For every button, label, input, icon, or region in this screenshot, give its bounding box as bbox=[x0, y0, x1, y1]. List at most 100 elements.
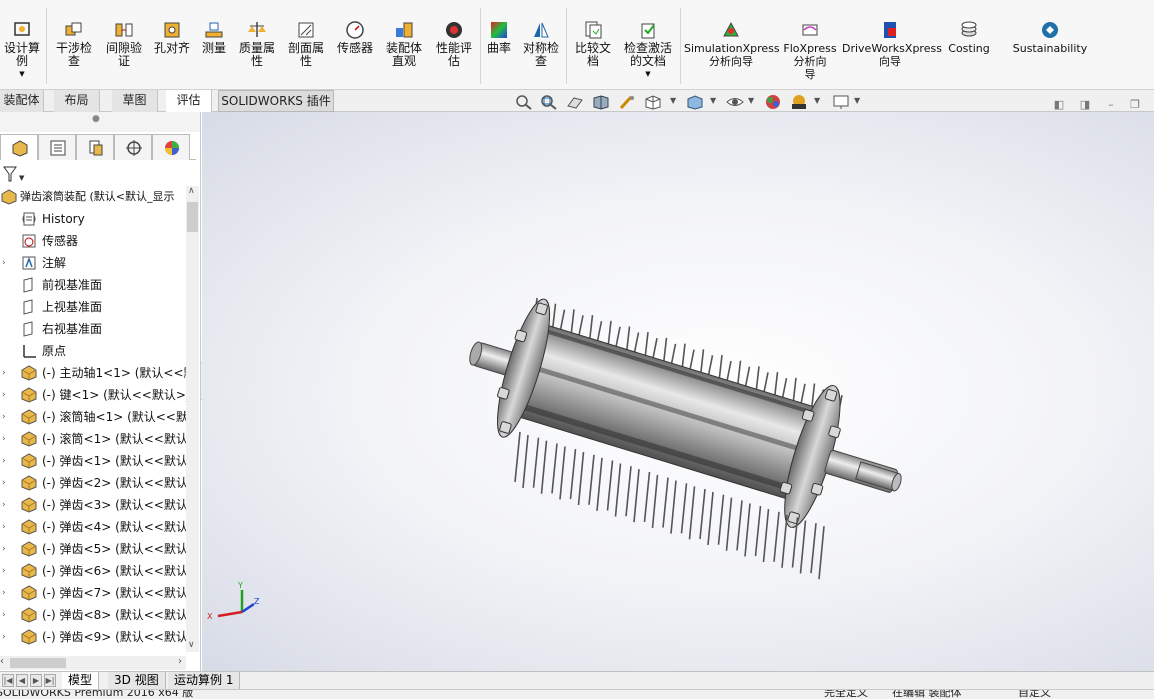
tree-horizontal-scrollbar[interactable]: ‹ › bbox=[0, 656, 186, 670]
scroll-left-icon[interactable]: ‹ bbox=[0, 656, 4, 667]
tree-item[interactable]: › (-) 滚筒<1> (默认<<默认 bbox=[0, 428, 186, 450]
tree-item[interactable]: › (-) 弹齿<9> (默认<<默认 bbox=[0, 626, 186, 648]
restore-left-icon[interactable]: ◧ bbox=[1052, 98, 1066, 112]
restore-right-icon[interactable]: ◨ bbox=[1078, 98, 1092, 112]
hole-alignment-button[interactable]: 孔对齐 bbox=[150, 0, 194, 88]
apply-scene-button[interactable]: ▼ bbox=[790, 94, 820, 112]
tab-property-manager[interactable] bbox=[38, 134, 76, 160]
filter-button[interactable]: ▼ bbox=[2, 164, 28, 184]
check-active-document-button[interactable]: 检查激活 的文档 ▼ bbox=[618, 0, 678, 88]
tree-item[interactable]: › (-) 弹齿<4> (默认<<默认 bbox=[0, 516, 186, 538]
tree-item[interactable]: 原点 bbox=[0, 340, 186, 362]
tree-item[interactable]: › (-) 键<1> (默认<<默认>_ bbox=[0, 384, 186, 406]
tab-evaluate[interactable]: 评估 bbox=[166, 90, 212, 112]
measure-button[interactable]: 测量 bbox=[196, 0, 232, 88]
tab-feature-manager[interactable] bbox=[0, 134, 38, 160]
graphics-viewport[interactable]: Y X Z bbox=[202, 112, 1154, 671]
tab-dimxpert-manager[interactable] bbox=[114, 134, 152, 160]
tree-item[interactable]: › (-) 弹齿<7> (默认<<默认 bbox=[0, 582, 186, 604]
section-view-button[interactable] bbox=[592, 94, 614, 112]
tree-item[interactable]: › (-) 弹齿<5> (默认<<默认 bbox=[0, 538, 186, 560]
compare-documents-button[interactable]: 比较文 档 bbox=[570, 0, 616, 88]
sensor-button[interactable]: 传感器 bbox=[332, 0, 378, 88]
edit-appearance-button[interactable] bbox=[764, 94, 786, 112]
tab-layout[interactable]: 布局 bbox=[54, 90, 100, 112]
tree-item[interactable]: › (-) 弹齿<3> (默认<<默认 bbox=[0, 494, 186, 516]
tree-item[interactable]: 上视基准面 bbox=[0, 296, 186, 318]
zoom-to-area-button[interactable] bbox=[540, 94, 562, 112]
mass-properties-button[interactable]: 质量属 性 bbox=[234, 0, 280, 88]
dynamic-annotation-button[interactable] bbox=[618, 94, 640, 112]
view-orientation-button[interactable]: ▼ bbox=[644, 94, 676, 112]
zoom-to-fit-button[interactable] bbox=[515, 94, 537, 112]
tab-sketch[interactable]: 草图 bbox=[112, 90, 158, 112]
first-tab-icon[interactable]: |◀ bbox=[2, 674, 14, 687]
expand-arrow-icon[interactable]: › bbox=[2, 582, 10, 604]
expand-arrow-icon[interactable]: › bbox=[2, 450, 10, 472]
previous-view-button[interactable] bbox=[566, 94, 588, 112]
costing-button[interactable]: Costing bbox=[942, 0, 996, 88]
tab-assembly[interactable]: 装配体 bbox=[0, 90, 44, 112]
symmetry-check-button[interactable]: 对称检 查 bbox=[518, 0, 564, 88]
curvature-button[interactable]: 曲率 bbox=[482, 0, 516, 88]
tree-item[interactable]: › (-) 主动轴1<1> (默认<<默 bbox=[0, 362, 186, 384]
expand-arrow-icon[interactable]: › bbox=[2, 428, 10, 450]
tree-item[interactable]: 传感器 bbox=[0, 230, 186, 252]
simulationxpress-button[interactable]: SimulationXpress 分析向导 bbox=[684, 0, 780, 88]
expand-arrow-icon[interactable]: › bbox=[2, 494, 10, 516]
tree-item[interactable]: 右视基准面 bbox=[0, 318, 186, 340]
section-properties-button[interactable]: 剖面属 性 bbox=[282, 0, 330, 88]
expand-arrow-icon[interactable]: › bbox=[2, 252, 10, 274]
expand-arrow-icon[interactable]: › bbox=[2, 362, 10, 384]
expand-arrow-icon[interactable]: › bbox=[2, 406, 10, 428]
hide-show-items-button[interactable]: ▼ bbox=[726, 94, 754, 112]
prev-tab-icon[interactable]: ◀ bbox=[16, 674, 28, 687]
status-custom[interactable]: 自定义 bbox=[1018, 690, 1051, 699]
scroll-right-icon[interactable]: › bbox=[178, 656, 182, 667]
tree-item[interactable]: › (-) 弹齿<1> (默认<<默认 bbox=[0, 450, 186, 472]
performance-evaluation-button[interactable]: 性能评 估 bbox=[430, 0, 478, 88]
tab-solidworks-addins[interactable]: SOLIDWORKS 插件 bbox=[218, 90, 334, 112]
tree-item[interactable]: › 注解 bbox=[0, 252, 186, 274]
expand-arrow-icon[interactable]: › bbox=[2, 560, 10, 582]
view-settings-button[interactable]: ▼ bbox=[832, 94, 860, 112]
expand-arrow-icon[interactable]: › bbox=[2, 626, 10, 648]
expand-arrow-icon[interactable]: › bbox=[2, 538, 10, 560]
tree-item[interactable]: › (-) 弹齿<8> (默认<<默认 bbox=[0, 604, 186, 626]
tab-3d-view[interactable]: 3D 视图 bbox=[108, 672, 166, 690]
sustainability-button[interactable]: Sustainability bbox=[1008, 0, 1092, 88]
scroll-thumb[interactable] bbox=[10, 658, 66, 668]
clearance-verification-button[interactable]: 间隙验 证 bbox=[100, 0, 148, 88]
tab-display-manager[interactable] bbox=[152, 134, 190, 160]
next-tab-icon[interactable]: ▶ bbox=[30, 674, 42, 687]
dropdown-arrow-icon: ▼ bbox=[670, 96, 677, 105]
panel-grip[interactable]: ● bbox=[0, 112, 200, 132]
expand-arrow-icon[interactable]: › bbox=[2, 604, 10, 626]
tab-configuration-manager[interactable] bbox=[76, 134, 114, 160]
expand-arrow-icon[interactable]: › bbox=[2, 516, 10, 538]
tree-root-assembly[interactable]: 弹齿滚筒装配 (默认<默认_显示 bbox=[0, 186, 186, 208]
tree-item[interactable]: 前视基准面 bbox=[0, 274, 186, 296]
status-bar: SOLIDWORKS Premium 2016 x64 版 完全定义 在编辑 装… bbox=[0, 689, 1154, 699]
tree-item[interactable]: History bbox=[0, 208, 186, 230]
last-tab-icon[interactable]: ▶| bbox=[44, 674, 56, 687]
floxpress-button[interactable]: FloXpress 分析向 导 bbox=[780, 0, 840, 88]
restore-icon[interactable]: ❐ bbox=[1128, 98, 1142, 112]
assembly-visualization-button[interactable]: 装配体 直观 bbox=[380, 0, 428, 88]
tree-vertical-scrollbar[interactable]: ∧ ∨ bbox=[186, 186, 199, 652]
expand-arrow-icon[interactable]: › bbox=[2, 384, 10, 406]
tree-item[interactable]: › (-) 弹齿<6> (默认<<默认 bbox=[0, 560, 186, 582]
interference-check-button[interactable]: 干涉检 查 bbox=[50, 0, 98, 88]
tab-motion-study-1[interactable]: 运动算例 1 bbox=[168, 672, 241, 690]
tree-item[interactable]: › (-) 弹齿<2> (默认<<默认 bbox=[0, 472, 186, 494]
scroll-thumb[interactable] bbox=[187, 202, 198, 232]
driveworksxpress-button[interactable]: DriveWorksXpress 向导 bbox=[842, 0, 942, 88]
scroll-up-icon[interactable]: ∧ bbox=[188, 186, 195, 196]
scroll-down-icon[interactable]: ∨ bbox=[188, 640, 195, 650]
design-study-button[interactable]: 设计算 例 ▼ bbox=[0, 0, 44, 88]
tab-model[interactable]: 模型 bbox=[62, 672, 100, 690]
expand-arrow-icon[interactable]: › bbox=[2, 472, 10, 494]
minimize-icon[interactable]: – bbox=[1104, 98, 1118, 112]
tree-item[interactable]: › (-) 滚筒轴<1> (默认<<默认 bbox=[0, 406, 186, 428]
display-style-button[interactable]: ▼ bbox=[686, 94, 716, 112]
